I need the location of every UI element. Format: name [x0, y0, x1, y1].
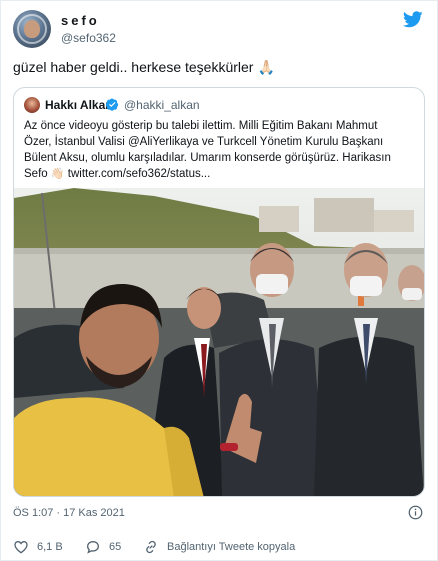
info-icon[interactable]	[408, 505, 423, 520]
quoted-text-sefo: Sefo	[24, 168, 48, 180]
quoted-status-link[interactable]: twitter.com/sefo362/status...	[68, 168, 211, 180]
twitter-bird-icon[interactable]	[403, 11, 423, 28]
quoted-text-line: Bülent Aksu, olumlu karşıladılar. Umarım…	[24, 152, 391, 164]
quoted-author-handle: @hakki_alkan	[124, 98, 200, 112]
waving-hand-emoji: 👋🏻	[50, 168, 65, 180]
like-count: 6,1 B	[37, 541, 63, 553]
group-selfie-photo	[14, 188, 424, 496]
copy-link-button[interactable]: Bağlantıyı Tweete kopyala	[143, 538, 295, 556]
tweet-card: sefo @sefo362 güzel haber geldi.. herkes…	[0, 0, 438, 561]
quoted-text-line-last: Sefo 👋🏻 twitter.com/sefo362/status...	[24, 166, 416, 182]
reply-icon	[86, 540, 100, 554]
quoted-tweet-text: Az önce videoyu gösterip bu talebi ilett…	[24, 118, 416, 182]
folded-hands-emoji: 🙏🏻	[257, 59, 275, 75]
quoted-photo[interactable]	[14, 188, 424, 496]
author-handle[interactable]: @sefo362	[61, 31, 116, 45]
quoted-tweet[interactable]: Hakkı Alkan @hakki_alkan Az önce videoyu…	[13, 87, 425, 497]
quoted-tweet-header: Hakkı Alkan @hakki_alkan	[24, 96, 414, 114]
like-button[interactable]: 6,1 B	[13, 538, 63, 556]
heart-icon	[14, 540, 28, 554]
quoted-avatar	[24, 97, 40, 113]
quoted-author-name: Hakkı Alkan	[45, 98, 113, 112]
reply-button[interactable]: 65	[85, 538, 121, 556]
tweet-text: güzel haber geldi.. herkese teşekkürler 🙏…	[13, 59, 275, 76]
tweet-timestamp[interactable]: ÖS 1:07 · 17 Kas 2021	[13, 507, 125, 519]
copy-link-label: Bağlantıyı Tweete kopyala	[167, 541, 296, 553]
reply-count: 65	[109, 541, 122, 553]
avatar-face	[24, 20, 40, 38]
quoted-text-line: Az önce videoyu gösterip bu talebi ilett…	[24, 120, 378, 132]
verified-icon	[106, 98, 119, 111]
tweet-actions: 6,1 B 65 Bağlantıyı Tweete kopyala	[13, 538, 425, 556]
tweet-body: güzel haber geldi.. herkese teşekkürler	[13, 59, 254, 75]
tweet-header: sefo @sefo362	[13, 9, 425, 49]
quoted-text-line: Özer, İstanbul Valisi @AliYerlikaya ve T…	[24, 136, 384, 148]
link-icon	[146, 540, 156, 554]
author-name[interactable]: sefo	[61, 13, 100, 28]
avatar[interactable]	[13, 10, 51, 48]
